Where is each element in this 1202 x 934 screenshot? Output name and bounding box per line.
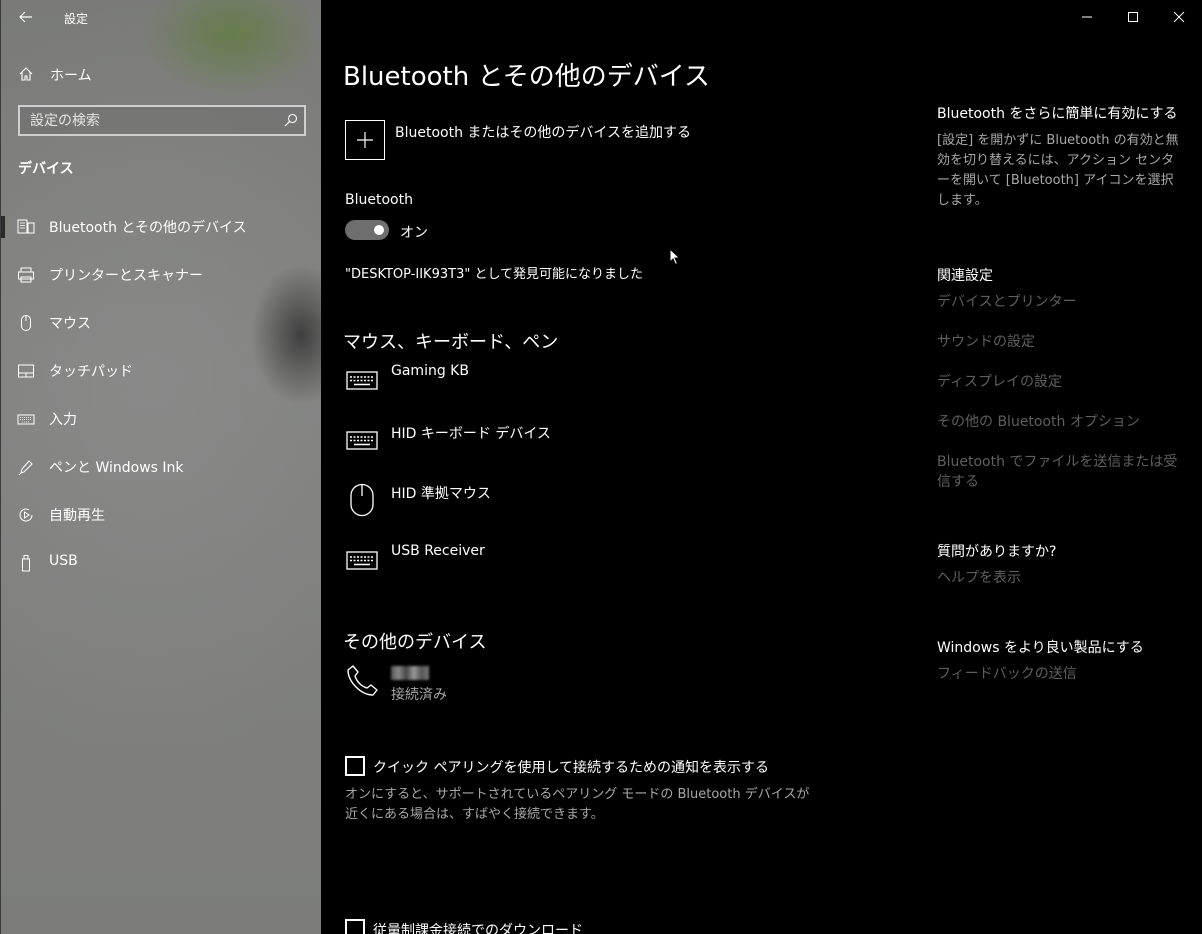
link-devices-printers[interactable]: デバイスとプリンター [937, 292, 1182, 312]
device-name-blurred [391, 666, 429, 680]
phone-icon [345, 664, 379, 698]
link-display-settings[interactable]: ディスプレイの設定 [937, 372, 1182, 392]
bluetooth-label: Bluetooth [345, 192, 413, 208]
discoverable-text: "DESKTOP-IIK93T3" として発見可能になりました [345, 267, 644, 282]
maximize-icon [1128, 12, 1138, 22]
sidebar-item-input[interactable]: 入力 [1, 398, 322, 438]
link-sound-settings[interactable]: サウンドの設定 [937, 332, 1182, 352]
sidebar-item-autoplay[interactable]: 自動再生 [1, 494, 322, 534]
mouse-cursor-icon [669, 248, 681, 266]
device-name: USB Receiver [391, 543, 485, 559]
sidebar-item-bluetooth[interactable]: Bluetooth とその他のデバイス [1, 206, 322, 246]
device-status: 接続済み [391, 687, 447, 703]
device-item[interactable]: USB Receiver [345, 543, 745, 587]
home-label: ホーム [50, 68, 92, 84]
sidebar-item-printers[interactable]: プリンターとスキャナー [1, 254, 322, 294]
sidebar-section-title: デバイス [18, 161, 74, 177]
title-bar: 設定 [1, 0, 322, 34]
sidebar: 設定 ホーム デバイス Bluetooth とその他のデバイス [0, 0, 321, 934]
maximize-button[interactable] [1110, 0, 1156, 34]
mouse-icon [345, 483, 379, 517]
device-name: HID 準拠マウス [391, 486, 491, 502]
sidebar-item-label: 自動再生 [49, 508, 105, 524]
link-send-receive-files[interactable]: Bluetooth でファイルを送信または受信する [937, 452, 1182, 492]
close-button[interactable] [1156, 0, 1202, 34]
usb-icon [17, 554, 35, 572]
tip-text: [設定] を開かずに Bluetooth の有効と無効を切り替えるには、アクショ… [937, 133, 1179, 208]
sidebar-item-label: USB [49, 553, 78, 569]
device-item[interactable]: 接続済み [345, 664, 745, 708]
back-button[interactable] [14, 6, 38, 28]
checkbox-label: クイック ペアリングを使用して接続するための通知を表示する [373, 760, 770, 776]
autoplay-icon [17, 506, 35, 524]
main-content: Bluetooth とその他のデバイス Bluetooth またはその他のデバイ… [321, 0, 1202, 934]
section-title-other-devices: その他のデバイス [343, 632, 487, 653]
device-name: HID キーボード デバイス [391, 426, 551, 442]
keyboard-icon [17, 410, 35, 428]
keyboard-icon [345, 363, 379, 397]
plus-icon [345, 120, 385, 160]
checkbox-label: 従量制課金接続でのダウンロード [373, 923, 583, 934]
sidebar-item-label: マウス [49, 316, 91, 332]
window-controls [1064, 0, 1202, 34]
sidebar-item-touchpad[interactable]: タッチパッド [1, 350, 322, 390]
improve-title: Windows をより良い製品にする [937, 640, 1144, 656]
bluetooth-toggle-state: オン [400, 225, 428, 241]
device-item[interactable]: HID 準拠マウス [345, 483, 745, 527]
toggle-knob [374, 225, 384, 235]
mouse-icon [17, 314, 35, 332]
pen-icon [17, 458, 35, 476]
search-icon[interactable] [284, 113, 298, 127]
link-more-bluetooth-options[interactable]: その他の Bluetooth オプション [937, 412, 1182, 432]
checkbox-box[interactable] [345, 919, 365, 934]
sidebar-item-label: 入力 [49, 412, 77, 428]
tip-title: Bluetooth をさらに簡単に有効にする [937, 106, 1178, 122]
search-box[interactable] [18, 105, 306, 136]
question-title: 質問がありますか? [937, 544, 1057, 560]
home-icon [19, 67, 33, 81]
add-device-label: Bluetooth またはその他のデバイスを追加する [395, 125, 691, 141]
minimize-icon [1082, 16, 1092, 18]
page-title: Bluetooth とその他のデバイス [343, 62, 710, 92]
bluetooth-toggle[interactable] [345, 220, 389, 240]
link-get-help[interactable]: ヘルプを表示 [937, 568, 1182, 588]
device-item[interactable]: HID キーボード デバイス [345, 423, 745, 467]
printer-icon [17, 266, 35, 284]
sidebar-item-label: タッチパッド [49, 364, 133, 380]
sidebar-item-label: ペンと Windows Ink [49, 460, 184, 476]
swift-pair-description: オンにすると、サポートされているペアリング モードの Bluetooth デバイ… [345, 787, 810, 822]
link-give-feedback[interactable]: フィードバックの送信 [937, 664, 1182, 684]
keyboard-icon [345, 543, 379, 577]
device-item[interactable]: Gaming KB [345, 363, 745, 407]
section-title-input-devices: マウス、キーボード、ペン [343, 332, 559, 353]
device-name: Gaming KB [391, 363, 469, 379]
keyboard-icon [345, 423, 379, 457]
sidebar-item-label: プリンターとスキャナー [49, 268, 203, 284]
bluetooth-devices-icon [17, 218, 35, 236]
back-arrow-icon [19, 11, 32, 23]
related-settings-title: 関連設定 [937, 268, 993, 284]
sidebar-item-pen[interactable]: ペンと Windows Ink [1, 446, 322, 486]
checkbox-box[interactable] [345, 756, 365, 776]
sidebar-item-usb[interactable]: USB [1, 542, 322, 582]
app-title: 設定 [64, 12, 89, 26]
close-icon [1173, 11, 1185, 23]
touchpad-icon [17, 362, 35, 380]
minimize-button[interactable] [1064, 0, 1110, 34]
sidebar-item-label: Bluetooth とその他のデバイス [49, 220, 247, 236]
search-input[interactable] [20, 107, 276, 134]
sidebar-home[interactable]: ホーム [1, 58, 322, 90]
sidebar-item-mouse[interactable]: マウス [1, 302, 322, 342]
